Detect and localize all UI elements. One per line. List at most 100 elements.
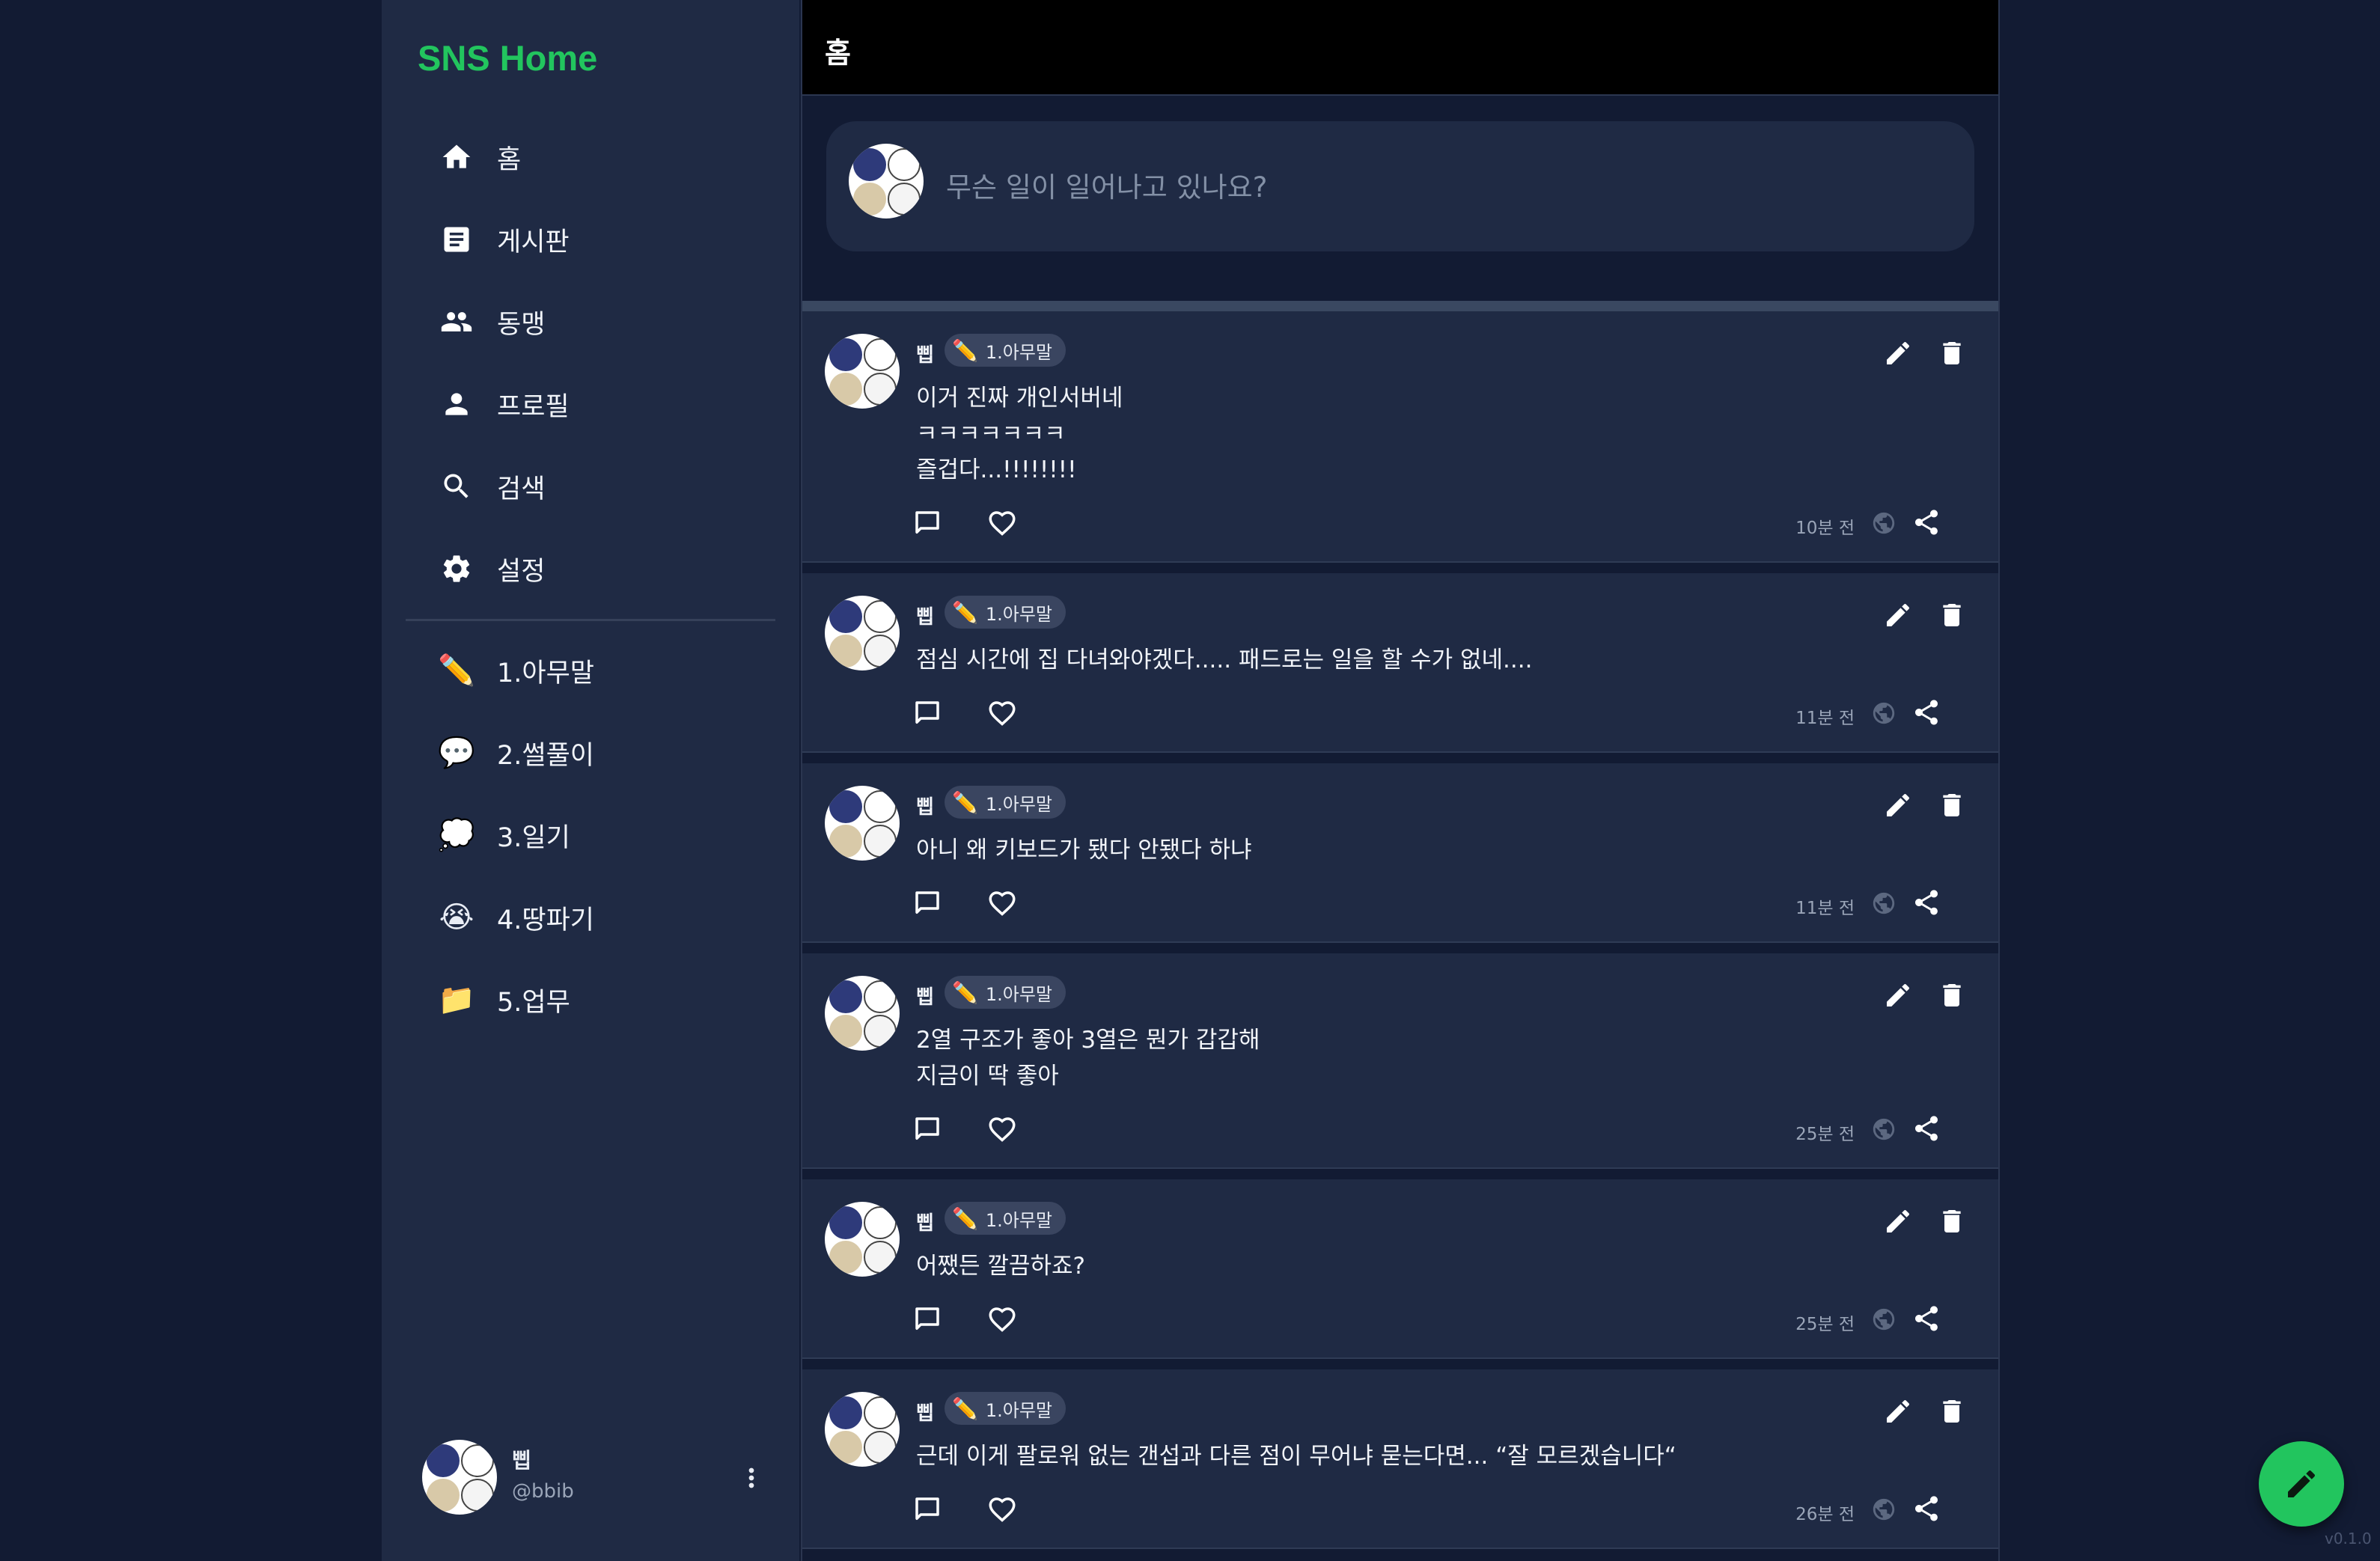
post-time: 11분 전 <box>1795 899 1855 918</box>
edit-icon[interactable] <box>1883 338 1916 371</box>
post-author[interactable]: 삡 <box>916 982 934 1009</box>
board-tag[interactable]: ✏️ 1.아무말 <box>945 596 1067 629</box>
post-author[interactable]: 삡 <box>916 340 934 367</box>
comment-icon[interactable] <box>912 507 946 542</box>
nav-item-alliance[interactable]: 동맹 <box>406 286 775 358</box>
account-name: 삡 <box>512 1448 531 1473</box>
avatar <box>849 144 924 219</box>
brand-logo[interactable]: SNS Home <box>418 37 597 79</box>
board-item-1[interactable]: ✏️ 1.아무말 <box>406 635 775 706</box>
comment-icon[interactable] <box>912 1114 946 1148</box>
heart-icon[interactable] <box>986 507 1021 542</box>
pencil-icon: ✏️ <box>952 599 978 625</box>
board-label: 1.아무말 <box>497 658 594 688</box>
edit-icon[interactable] <box>1883 1206 1916 1239</box>
compose-fab-button[interactable] <box>2259 1441 2344 1527</box>
composer-section: 무슨 일이 일어나고 있나요? <box>802 96 1998 302</box>
thought-bubble-icon: 💭 <box>438 818 475 852</box>
nav-label: 게시판 <box>497 227 570 257</box>
board-tag-label: 1.아무말 <box>985 793 1053 815</box>
delete-icon[interactable] <box>1937 980 1970 1013</box>
avatar <box>422 1440 497 1515</box>
share-icon[interactable] <box>1911 1114 1944 1146</box>
share-icon[interactable] <box>1911 1304 1944 1337</box>
post-time: 11분 전 <box>1795 709 1855 728</box>
avatar[interactable] <box>825 334 900 409</box>
board-item-2[interactable]: 💬 2.썰풀이 <box>406 717 775 789</box>
delete-icon[interactable] <box>1937 1206 1970 1239</box>
pencil-icon: ✏️ <box>952 1206 978 1231</box>
comment-icon[interactable] <box>912 697 946 732</box>
nav-item-settings[interactable]: 설정 <box>406 533 775 605</box>
comment-icon[interactable] <box>912 1494 946 1528</box>
main-feed: 홈 무슨 일이 일어나고 있나요? 삡 ✏️ 1.아무말 이거 진짜 개인서버네… <box>801 0 2000 1561</box>
share-icon[interactable] <box>1911 507 1944 540</box>
board-tag[interactable]: ✏️ 1.아무말 <box>945 1202 1067 1235</box>
share-icon[interactable] <box>1911 888 1944 920</box>
comment-icon[interactable] <box>912 1304 946 1338</box>
delete-icon[interactable] <box>1937 1396 1970 1429</box>
globe-icon <box>1871 891 1898 917</box>
avatar[interactable] <box>825 976 900 1051</box>
nav-item-board[interactable]: 게시판 <box>406 204 775 275</box>
account-switcher[interactable]: 삡 @bbib <box>422 1437 774 1519</box>
share-icon[interactable] <box>1911 1494 1944 1527</box>
board-item-5[interactable]: 📁 5.업무 <box>406 964 775 1036</box>
edit-icon[interactable] <box>1883 1396 1916 1429</box>
edit-icon[interactable] <box>1883 790 1916 823</box>
nav-item-profile[interactable]: 프로필 <box>406 368 775 440</box>
nav-item-search[interactable]: 검색 <box>406 450 775 522</box>
nav-label: 동맹 <box>497 309 546 340</box>
heart-icon[interactable] <box>986 1114 1021 1148</box>
heart-icon[interactable] <box>986 888 1021 922</box>
post-author[interactable]: 삡 <box>916 602 934 629</box>
post-actions: 26분 전 <box>912 1492 1974 1530</box>
delete-icon[interactable] <box>1937 600 1970 633</box>
globe-icon <box>1871 510 1898 537</box>
post-author[interactable]: 삡 <box>916 1208 934 1235</box>
board-item-4[interactable]: 😭 4.땅파기 <box>406 882 775 953</box>
board-tag[interactable]: ✏️ 1.아무말 <box>945 786 1067 819</box>
speech-bubble-icon: 💬 <box>438 736 475 770</box>
version-label: v0.1.0 <box>2325 1530 2372 1548</box>
board-label: 2.썰풀이 <box>497 740 594 771</box>
heart-icon[interactable] <box>986 1494 1021 1528</box>
nav-label: 프로필 <box>497 391 570 422</box>
post-card: 삡 ✏️ 1.아무말 2열 구조가 좋아 3열은 뭔가 갑갑해 지금이 딱 좋아… <box>802 953 1998 1169</box>
share-icon[interactable] <box>1911 697 1944 730</box>
compose-box[interactable]: 무슨 일이 일어나고 있나요? <box>826 121 1974 251</box>
post-time: 10분 전 <box>1795 519 1855 538</box>
board-tag[interactable]: ✏️ 1.아무말 <box>945 1392 1067 1425</box>
avatar[interactable] <box>825 596 900 670</box>
page-title: 홈 <box>825 37 851 70</box>
board-tag-label: 1.아무말 <box>985 341 1053 363</box>
board-item-3[interactable]: 💭 3.일기 <box>406 799 775 871</box>
board-label: 4.땅파기 <box>497 905 594 935</box>
avatar[interactable] <box>825 786 900 861</box>
nav-item-home[interactable]: 홈 <box>406 121 775 193</box>
board-tag[interactable]: ✏️ 1.아무말 <box>945 976 1067 1009</box>
heart-icon[interactable] <box>986 697 1021 732</box>
heart-icon[interactable] <box>986 1304 1021 1338</box>
avatar[interactable] <box>825 1392 900 1467</box>
post-actions: 25분 전 <box>912 1302 1974 1339</box>
edit-icon[interactable] <box>1883 980 1916 1013</box>
post-card: 삡 ✏️ 1.아무말 이거 진짜 개인서버네 ㅋㅋㅋㅋㅋㅋㅋ 즐겁다...!!!… <box>802 311 1998 563</box>
more-vert-icon[interactable] <box>736 1459 766 1497</box>
post-author[interactable]: 삡 <box>916 792 934 819</box>
post-actions: 11분 전 <box>912 696 1974 733</box>
board-tag[interactable]: ✏️ 1.아무말 <box>945 334 1067 367</box>
post-card: 삡 ✏️ 1.아무말 점심 시간에 집 다녀와야겠다..... 패드로는 일을 … <box>802 573 1998 753</box>
edit-icon[interactable] <box>1883 600 1916 633</box>
post-actions: 11분 전 <box>912 886 1974 923</box>
person-icon <box>439 386 475 422</box>
sidebar-divider <box>406 619 775 621</box>
delete-icon[interactable] <box>1937 338 1970 371</box>
comment-icon[interactable] <box>912 888 946 922</box>
post-author[interactable]: 삡 <box>916 1398 934 1426</box>
compose-input[interactable]: 무슨 일이 일어나고 있나요? <box>946 165 1267 205</box>
section-divider <box>802 301 1998 311</box>
delete-icon[interactable] <box>1937 790 1970 823</box>
search-icon <box>439 468 475 504</box>
avatar[interactable] <box>825 1202 900 1277</box>
